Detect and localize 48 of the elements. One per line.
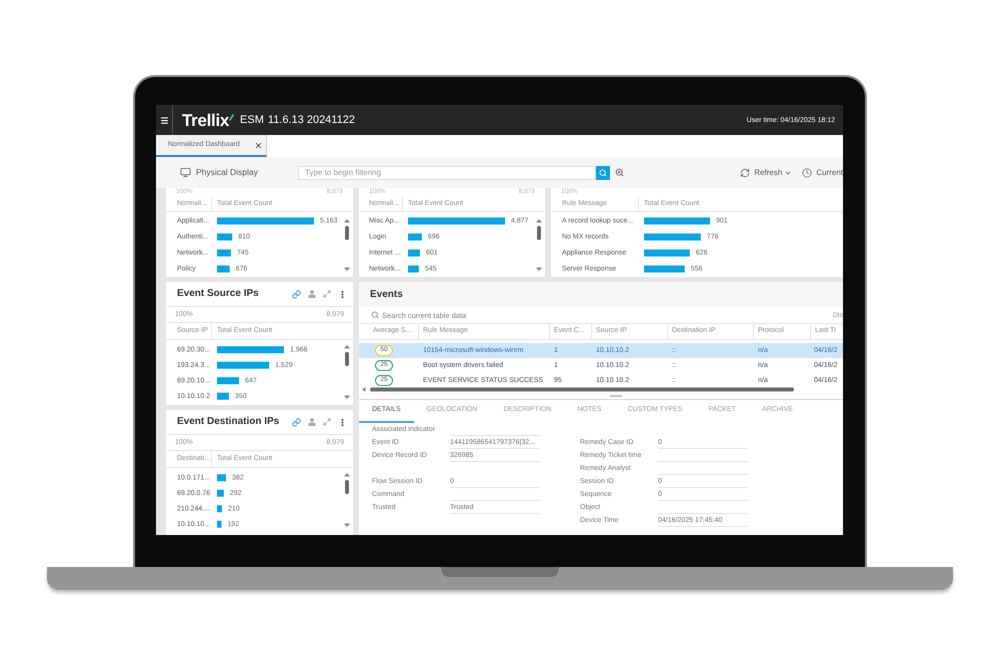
bar <box>644 250 690 256</box>
link-icon[interactable] <box>292 418 301 426</box>
scrollbar[interactable] <box>344 219 350 271</box>
bar <box>217 377 240 384</box>
monitor-icon <box>180 167 191 178</box>
bar <box>217 474 226 482</box>
refresh-button[interactable]: Refresh <box>740 166 792 178</box>
product-name: ESM <box>240 114 264 126</box>
bar <box>408 250 420 256</box>
refresh-icon <box>740 168 750 178</box>
bar <box>408 234 422 240</box>
time-range-button[interactable]: Current <box>802 166 843 178</box>
horizontal-scrollbar[interactable] <box>362 386 794 392</box>
bar <box>644 266 685 272</box>
widget-title: Event Destination IPs <box>177 417 280 427</box>
splitter-handle[interactable] <box>610 394 622 396</box>
bar <box>217 346 284 354</box>
bar <box>217 520 222 528</box>
menu-icon[interactable] <box>160 116 168 124</box>
search-icon <box>599 168 607 176</box>
link-icon[interactable] <box>292 290 301 298</box>
logo-mark-icon <box>229 114 234 121</box>
bar <box>217 362 270 369</box>
bar <box>217 250 231 256</box>
bar <box>217 234 232 240</box>
expand-icon[interactable] <box>323 290 331 298</box>
bar <box>217 266 230 272</box>
expand-icon[interactable] <box>323 418 331 426</box>
widget-title: Event Source IPs <box>177 289 259 299</box>
bar <box>644 234 701 240</box>
bar <box>217 392 229 400</box>
clock-icon <box>802 168 812 178</box>
zoom-in-icon[interactable] <box>615 168 624 177</box>
panel-title: Events <box>370 290 403 300</box>
bar <box>408 266 419 272</box>
bar <box>217 505 222 512</box>
scrollbar[interactable] <box>536 219 542 271</box>
display-button[interactable]: Physical Display <box>180 166 258 179</box>
filter-field[interactable]: Type to begin filtering <box>298 166 596 180</box>
scrollbar[interactable] <box>344 473 350 527</box>
bar <box>644 218 710 224</box>
scrollbar[interactable] <box>344 345 350 399</box>
close-icon[interactable] <box>254 140 263 150</box>
bar <box>217 490 224 497</box>
search-icon <box>371 311 379 319</box>
search-button[interactable] <box>596 166 610 180</box>
brand-logo: Trellix <box>182 112 230 128</box>
version-text: 11.6.13 20241122 <box>268 114 355 126</box>
